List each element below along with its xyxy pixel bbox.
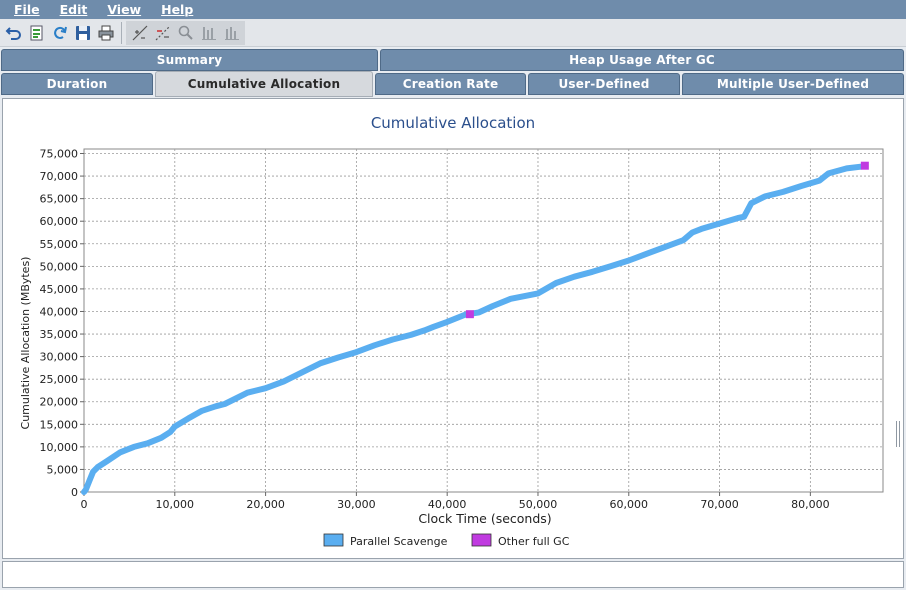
legend-other-full-gc-label: Other full GC bbox=[498, 535, 570, 548]
legend: Parallel Scavenge Other full GC bbox=[323, 533, 570, 548]
tab-creation-rate[interactable]: Creation Rate bbox=[375, 73, 526, 95]
tab-summary[interactable]: Summary bbox=[1, 49, 378, 71]
x-tick-label: 70,000 bbox=[700, 498, 739, 511]
x-axis-label: Clock Time (seconds) bbox=[418, 511, 551, 526]
y-tick-label: 35,000 bbox=[40, 328, 79, 341]
x-tick-label: 80,000 bbox=[791, 498, 830, 511]
y-tick-label: 10,000 bbox=[40, 441, 79, 454]
legend-parallel-scavenge-swatch bbox=[323, 533, 344, 547]
tab-duration[interactable]: Duration bbox=[1, 73, 153, 95]
x-tick-label: 60,000 bbox=[610, 498, 649, 511]
y-tick-label: 60,000 bbox=[40, 215, 79, 228]
full-gc-point bbox=[465, 310, 474, 319]
y-tick-label: 50,000 bbox=[40, 260, 79, 273]
zoom-out-region-icon[interactable] bbox=[151, 22, 174, 44]
x-tick-label: 20,000 bbox=[246, 498, 285, 511]
status-bar bbox=[2, 561, 904, 588]
y-tick-label: 15,000 bbox=[40, 418, 79, 431]
x-tick-label: 50,000 bbox=[519, 498, 558, 511]
export-icon[interactable] bbox=[25, 22, 48, 44]
tab-user-defined[interactable]: User-Defined bbox=[528, 73, 680, 95]
y-tick-label: 0 bbox=[71, 486, 78, 499]
y-tick-label: 75,000 bbox=[40, 148, 79, 161]
tab-multiple-user-defined[interactable]: Multiple User-Defined bbox=[682, 73, 904, 95]
y-tick-label: 25,000 bbox=[40, 373, 79, 386]
zoom-icon[interactable] bbox=[174, 22, 197, 44]
tab-summary-label: Summary bbox=[156, 53, 223, 67]
x-tick-label: 10,000 bbox=[156, 498, 195, 511]
chart-tools-group bbox=[126, 20, 245, 45]
tab-multiple-user-defined-label: Multiple User-Defined bbox=[716, 77, 870, 91]
app-window: File Edit View Help Summary Heap Usage A… bbox=[0, 0, 906, 590]
toolbar-separator bbox=[121, 21, 122, 44]
menu-edit[interactable]: Edit bbox=[46, 2, 88, 17]
cumulative-allocation-chart[interactable]: Cumulative Allocation 0 5,000 10,000 15,000… bbox=[3, 99, 903, 558]
y-tick-label: 30,000 bbox=[40, 351, 79, 364]
toolbar bbox=[0, 19, 906, 47]
y-tick-label: 45,000 bbox=[40, 283, 79, 296]
y-tick-label: 20,000 bbox=[40, 396, 79, 409]
bar-chart-icon[interactable] bbox=[197, 22, 220, 44]
y-tick-label: 55,000 bbox=[40, 238, 79, 251]
print-icon[interactable] bbox=[94, 22, 117, 44]
save-icon[interactable] bbox=[71, 22, 94, 44]
tab-cumulative-allocation-label: Cumulative Allocation bbox=[187, 77, 341, 91]
menu-view[interactable]: View bbox=[93, 2, 141, 17]
tab-duration-label: Duration bbox=[46, 77, 108, 91]
menu-bar: File Edit View Help bbox=[0, 0, 906, 19]
tab-heap-usage-label: Heap Usage After GC bbox=[569, 53, 715, 67]
x-tick-label: 40,000 bbox=[428, 498, 467, 511]
menu-file[interactable]: File bbox=[0, 2, 40, 17]
full-gc-point bbox=[860, 161, 869, 170]
split-pane-handle[interactable] bbox=[896, 421, 900, 447]
x-tick-label: 0 bbox=[81, 498, 88, 511]
legend-other-full-gc-swatch bbox=[471, 533, 492, 547]
legend-parallel-scavenge-label: Parallel Scavenge bbox=[350, 535, 448, 548]
tab-heap-usage-after-gc[interactable]: Heap Usage After GC bbox=[380, 49, 904, 71]
y-tick-label: 70,000 bbox=[40, 170, 79, 183]
zoom-region-icon[interactable] bbox=[128, 22, 151, 44]
tab-cumulative-allocation[interactable]: Cumulative Allocation bbox=[155, 71, 373, 97]
refresh-icon[interactable] bbox=[48, 22, 71, 44]
menu-help[interactable]: Help bbox=[147, 2, 193, 17]
undo-icon[interactable] bbox=[2, 22, 25, 44]
chart-title: Cumulative Allocation bbox=[371, 114, 535, 132]
y-tick-label: 40,000 bbox=[40, 305, 79, 318]
chart-panel: Cumulative Allocation 0 5,000 10,000 15,000… bbox=[2, 98, 904, 559]
y-tick-label: 65,000 bbox=[40, 193, 79, 206]
tab-user-defined-label: User-Defined bbox=[558, 77, 650, 91]
y-axis-label: Cumulative Allocation (MBytes) bbox=[19, 257, 32, 430]
y-tick-label: 5,000 bbox=[47, 463, 79, 476]
bar-chart-alt-icon[interactable] bbox=[220, 22, 243, 44]
tab-creation-rate-label: Creation Rate bbox=[402, 77, 499, 91]
x-tick-label: 30,000 bbox=[337, 498, 376, 511]
